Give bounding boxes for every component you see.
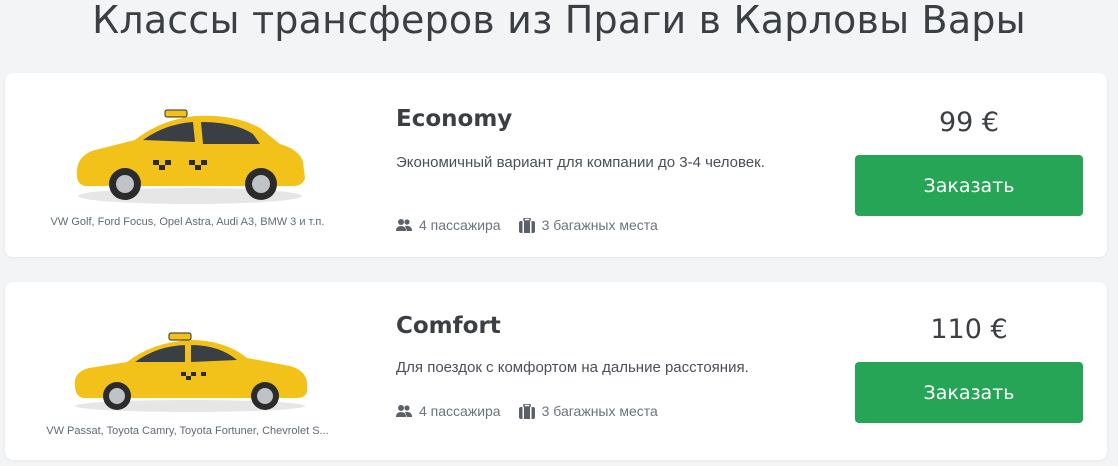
page-title: Классы трансферов из Праги в Карловы Вар…	[92, 0, 1026, 42]
luggage-label: 3 багажных места	[541, 217, 658, 233]
class-features: 4 пассажира 3 багажных места	[396, 217, 676, 233]
luggage-feature: 3 багажных места	[518, 403, 658, 419]
sedan-taxi-image	[74, 332, 308, 412]
class-description: Для поездок с комфортом на дальние расст…	[396, 359, 749, 376]
luggage-feature: 3 багажных места	[518, 217, 658, 233]
class-name: Economy	[396, 106, 513, 132]
car-models-list: VW Golf, Ford Focus, Opel Astra, Audi A3…	[50, 216, 325, 228]
order-button-comfort[interactable]: Заказать	[855, 362, 1083, 423]
passengers-label: 4 пассажира	[419, 403, 501, 419]
passengers-feature: 4 пассажира	[396, 403, 501, 419]
class-price: 99 €	[938, 107, 1000, 138]
transfer-class-card-economy: VW Golf, Ford Focus, Opel Astra, Audi A3…	[5, 73, 1107, 257]
transfer-class-card-comfort: VW Passat, Toyota Camry, Toyota Fortuner…	[5, 282, 1107, 460]
class-name: Comfort	[396, 313, 501, 339]
luggage-label: 3 багажных места	[541, 403, 658, 419]
passengers-label: 4 пассажира	[419, 217, 501, 233]
passengers-icon	[396, 405, 412, 417]
class-description: Экономичный вариант для компании до 3-4 …	[396, 154, 765, 171]
class-price: 110 €	[930, 314, 1008, 345]
class-features: 4 пассажира 3 багажных места	[396, 403, 676, 419]
luggage-icon	[518, 403, 535, 419]
hatchback-taxi-image	[76, 109, 306, 204]
passengers-icon	[396, 219, 412, 231]
passengers-feature: 4 пассажира	[396, 217, 501, 233]
car-models-list: VW Passat, Toyota Camry, Toyota Fortuner…	[46, 425, 329, 437]
order-button-economy[interactable]: Заказать	[855, 155, 1083, 216]
luggage-icon	[518, 217, 535, 233]
